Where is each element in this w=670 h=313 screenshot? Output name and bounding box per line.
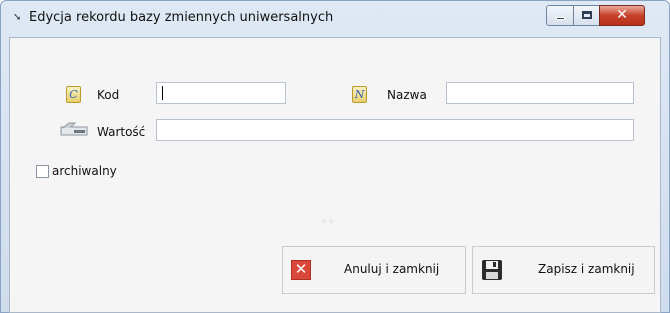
save-button-label: Zapisz i zamknij	[538, 262, 635, 276]
title-bar[interactable]: ➘ Edycja rekordu bazy zmiennych uniwersa…	[1, 1, 669, 37]
letter-c-icon: C	[66, 86, 81, 103]
form-panel: C Kod N Nazwa Wartość archiwalny ⁘⁘ ✕ An…	[9, 37, 661, 313]
archiwalny-checkbox[interactable]	[36, 165, 49, 178]
archiwalny-label: archiwalny	[52, 164, 117, 178]
floppy-disk-icon	[482, 260, 502, 280]
minimize-button[interactable]	[546, 5, 574, 26]
nazwa-label: Nazwa	[387, 88, 427, 102]
wartosc-label: Wartość	[97, 125, 146, 139]
text-caret	[162, 86, 163, 100]
window-title: Edycja rekordu bazy zmiennych uniwersaln…	[29, 10, 334, 25]
cancel-button-label: Anuluj i zamknij	[344, 262, 440, 276]
nazwa-input[interactable]	[446, 82, 634, 104]
maximize-button[interactable]	[573, 5, 600, 26]
value-card-icon	[60, 122, 88, 136]
dialog-window: ➘ Edycja rekordu bazy zmiennych uniwersa…	[0, 0, 670, 313]
save-button[interactable]: Zapisz i zamknij	[472, 246, 655, 294]
wartosc-input[interactable]	[156, 119, 634, 141]
kod-label: Kod	[97, 88, 120, 102]
red-x-icon: ✕	[291, 260, 311, 280]
close-icon: ✕	[616, 7, 628, 23]
kod-input[interactable]	[156, 82, 286, 104]
window-menu-icon[interactable]: ➘	[13, 12, 21, 23]
splitter-grip[interactable]: ⁘⁘	[320, 217, 335, 227]
cancel-button[interactable]: ✕ Anuluj i zamknij	[282, 246, 466, 294]
letter-n-icon: N	[352, 86, 367, 103]
close-button[interactable]: ✕	[599, 5, 645, 26]
